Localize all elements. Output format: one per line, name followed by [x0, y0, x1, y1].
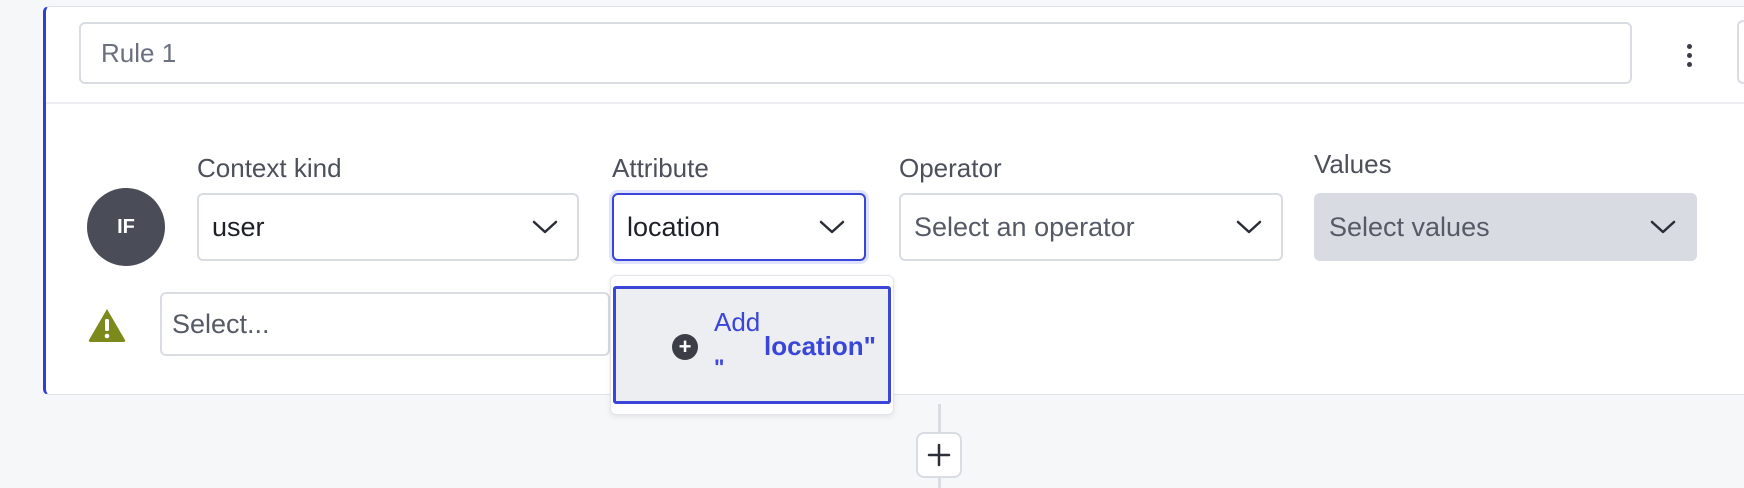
chevron-down-icon	[525, 219, 565, 235]
values-label: Values	[1314, 149, 1392, 179]
kebab-vertical-icon	[1686, 43, 1692, 49]
attribute-select[interactable]: location	[612, 193, 866, 261]
rule-name-input[interactable]	[79, 22, 1632, 84]
secondary-select[interactable]: Select...	[160, 292, 610, 356]
operator-select[interactable]: Select an operator	[899, 193, 1283, 261]
context-kind-label: Context kind	[197, 153, 342, 183]
chevron-down-icon	[1643, 219, 1683, 235]
plus-circle-icon: +	[672, 334, 698, 360]
partial-control[interactable]	[1737, 20, 1744, 84]
attribute-dropdown-menu: + Add " location"	[610, 275, 894, 415]
add-rule-button[interactable]	[916, 432, 962, 478]
values-select: Select values	[1314, 193, 1697, 261]
warning-triangle-icon	[87, 307, 127, 348]
operator-label: Operator	[899, 153, 1002, 183]
add-option[interactable]: + Add " location"	[613, 286, 891, 404]
add-option-quote: "	[714, 355, 725, 380]
add-option-value: location"	[764, 331, 876, 361]
if-badge: IF	[87, 188, 165, 266]
secondary-select-placeholder: Select...	[172, 308, 270, 339]
attribute-label: Attribute	[612, 153, 709, 183]
context-kind-select[interactable]: user	[197, 193, 579, 261]
plus-icon	[927, 443, 951, 467]
add-option-prefix: Add	[714, 307, 761, 337]
values-placeholder: Select values	[1329, 211, 1490, 242]
attribute-value: location	[627, 211, 721, 242]
context-kind-value: user	[212, 211, 265, 242]
operator-placeholder: Select an operator	[914, 211, 1135, 242]
chevron-down-icon	[1229, 219, 1269, 235]
more-options-button[interactable]	[1672, 38, 1706, 72]
chevron-down-icon	[812, 219, 852, 235]
divider	[46, 102, 1744, 104]
